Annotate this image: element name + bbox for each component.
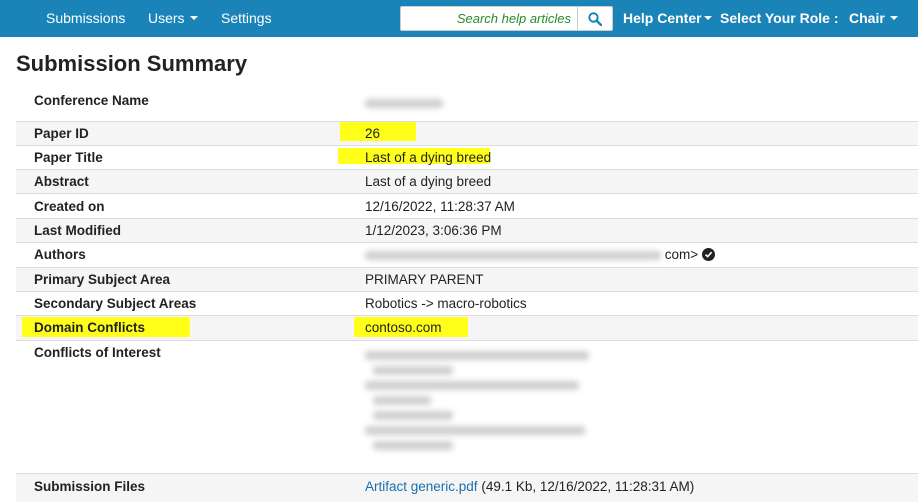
chevron-down-icon [703,16,712,21]
primary-subject-area-label: Primary Subject Area [34,272,171,287]
paper-id-value: 26 [365,126,381,141]
row-abstract: Abstract Last of a dying breed [16,169,918,193]
role-dropdown[interactable]: Chair [849,0,898,37]
row-paper-id: Paper ID 26 [16,121,918,145]
row-paper-title: Paper Title Last of a dying breed [16,145,918,169]
row-domain-conflicts: Domain Conflicts contoso.com [16,315,918,340]
file-link[interactable]: Artifact generic.pdf [365,479,478,494]
conflicts-of-interest-label: Conflicts of Interest [34,345,161,360]
submission-files-label: Submission Files [34,479,146,494]
search-icon [588,12,602,26]
row-authors: Authors com> [16,242,918,267]
file-meta: (49.1 Kb, 12/16/2022, 11:28:31 AM) [481,479,695,494]
nav-users-label: Users [148,10,185,26]
nav-submissions[interactable]: Submissions [46,0,125,37]
nav-help-center[interactable]: Help Center [623,0,712,37]
row-conflicts-of-interest: Conflicts of Interest [16,340,918,473]
abstract-label: Abstract [34,174,89,189]
search-input[interactable] [400,6,578,31]
conflicts-of-interest-value [365,347,589,452]
top-navbar: Submissions Users Settings Help Center S… [0,0,918,37]
submission-files-value: Artifact generic.pdf (49.1 Kb, 12/16/202… [365,479,694,494]
nav-help-center-label: Help Center [623,10,702,26]
row-primary-subject-area: Primary Subject Area PRIMARY PARENT [16,267,918,291]
conference-name-value [365,95,443,110]
authors-label: Authors [34,247,86,262]
primary-subject-area-value: PRIMARY PARENT [365,272,484,287]
secondary-subject-areas-label: Secondary Subject Areas [34,296,197,311]
chevron-down-icon [889,16,898,21]
nav-settings[interactable]: Settings [221,0,272,37]
abstract-value: Last of a dying breed [365,174,492,189]
authors-value: com> [365,247,716,262]
row-conference-name: Conference Name [16,85,918,121]
last-modified-value: 1/12/2023, 3:06:36 PM [365,223,502,238]
secondary-subject-areas-value: Robotics -> macro-robotics [365,296,527,311]
paper-title-value: Last of a dying breed [365,150,492,165]
row-submission-files: Submission Files Artifact generic.pdf (4… [16,473,918,502]
role-label: Chair [849,10,885,26]
chevron-down-icon [189,16,198,21]
conference-name-label: Conference Name [34,93,149,108]
paper-title-label: Paper Title [34,150,103,165]
paper-id-label: Paper ID [34,126,89,141]
domain-conflicts-label: Domain Conflicts [34,320,146,335]
page-title: Submission Summary [16,51,248,76]
row-created-on: Created on 12/16/2022, 11:28:37 AM [16,193,918,218]
select-role-label: Select Your Role : [720,10,839,26]
last-modified-label: Last Modified [34,223,121,238]
nav-users[interactable]: Users [148,0,198,37]
search-button[interactable] [577,6,613,31]
domain-conflicts-value: contoso.com [365,320,442,335]
created-on-label: Created on [34,199,105,214]
created-on-value: 12/16/2022, 11:28:37 AM [365,199,515,214]
checkmark-circle-icon [702,247,716,261]
row-last-modified: Last Modified 1/12/2023, 3:06:36 PM [16,218,918,242]
row-secondary-subject-areas: Secondary Subject Areas Robotics -> macr… [16,291,918,315]
authors-email-suffix: com> [664,247,699,262]
